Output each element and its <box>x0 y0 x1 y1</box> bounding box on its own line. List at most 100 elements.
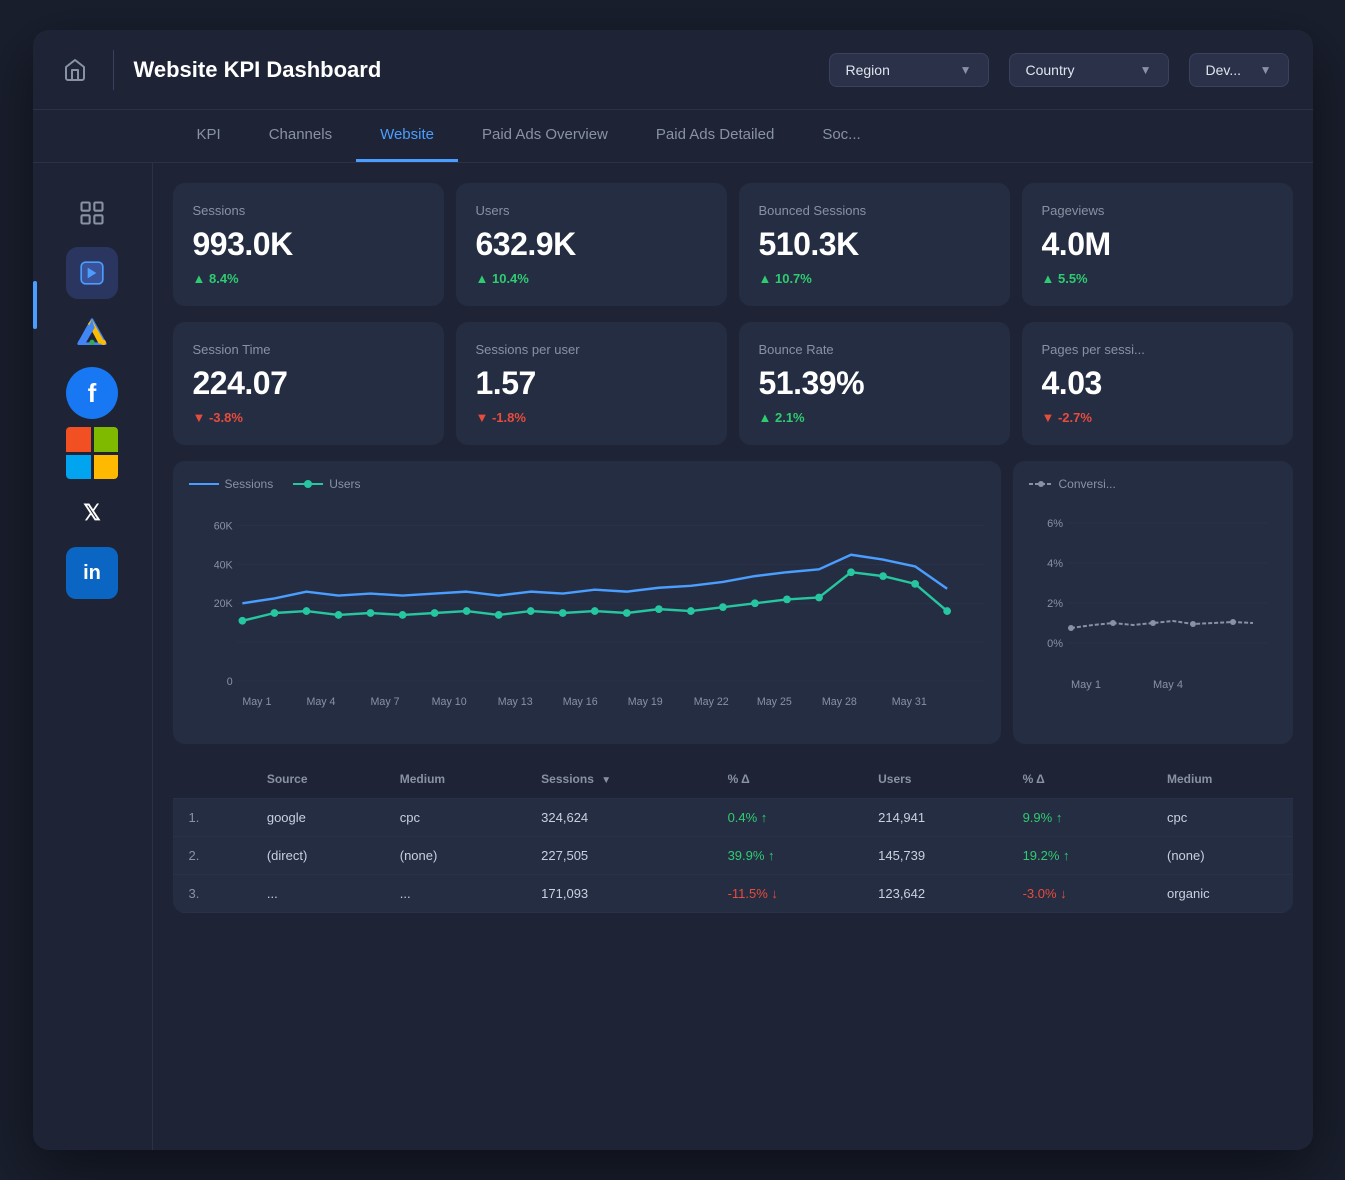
svg-text:0%: 0% <box>1047 638 1063 650</box>
kpi-card-sessions-per-user: Sessions per user 1.57 ▼ -1.8% <box>456 322 727 445</box>
kpi-label-pages-per-session: Pages per sessi... <box>1042 342 1273 357</box>
content-area: Sessions 993.0K ▲ 8.4% Users 632.9K ▲ 10… <box>153 163 1313 1150</box>
kpi-change-sessions-per-user: ▼ -1.8% <box>476 410 707 425</box>
kpi-label-sessions: Sessions <box>193 203 424 218</box>
svg-text:May 1: May 1 <box>1071 679 1101 691</box>
main-layout: f 𝕏 in Sessions 993.0K ▲ 8.4% Users <box>33 163 1313 1150</box>
chart-legend: Sessions Users <box>189 477 985 491</box>
svg-text:May 1: May 1 <box>242 696 271 708</box>
svg-text:May 4: May 4 <box>1153 679 1183 691</box>
kpi-card-users: Users 632.9K ▲ 10.4% <box>456 183 727 306</box>
svg-text:May 7: May 7 <box>370 696 399 708</box>
kpi-change-bounce-rate: ▲ 2.1% <box>759 410 990 425</box>
kpi-card-bounced-sessions: Bounced Sessions 510.3K ▲ 10.7% <box>739 183 1010 306</box>
sidebar: f 𝕏 in <box>33 163 153 1150</box>
main-chart-card: Sessions Users <box>173 461 1001 744</box>
svg-text:May 10: May 10 <box>431 696 466 708</box>
country-dropdown[interactable]: Country ▼ <box>1009 53 1169 87</box>
tab-social[interactable]: Soc... <box>798 110 884 162</box>
sidebar-item-facebook[interactable]: f <box>66 367 118 419</box>
tab-kpi[interactable]: KPI <box>173 110 245 162</box>
kpi-change-users: ▲ 10.4% <box>476 271 707 286</box>
chevron-down-icon: ▼ <box>1140 63 1152 77</box>
table-row: 3. ... ... 171,093 -11.5% ↓ 123,642 -3.0… <box>173 875 1293 913</box>
kpi-change-bounced-sessions: ▲ 10.7% <box>759 271 990 286</box>
tab-paid-ads-overview[interactable]: Paid Ads Overview <box>458 110 632 162</box>
sidebar-item-dashboard[interactable] <box>66 187 118 239</box>
kpi-change-session-time: ▼ -3.8% <box>193 410 424 425</box>
data-table: Source Medium Sessions ▼ % Δ Users % Δ M… <box>173 760 1293 913</box>
kpi-label-session-time: Session Time <box>193 342 424 357</box>
kpi-value-pageviews: 4.0M <box>1042 226 1273 263</box>
kpi-value-users: 632.9K <box>476 226 707 263</box>
svg-text:0: 0 <box>226 676 232 688</box>
kpi-value-bounce-rate: 51.39% <box>759 365 990 402</box>
tab-website[interactable]: Website <box>356 110 458 162</box>
col-users[interactable]: Users <box>862 760 1006 799</box>
col-sessions[interactable]: Sessions ▼ <box>525 760 711 799</box>
kpi-grid-row2: Session Time 224.07 ▼ -3.8% Sessions per… <box>173 322 1293 445</box>
sidebar-item-linkedin[interactable]: in <box>66 547 118 599</box>
kpi-label-users: Users <box>476 203 707 218</box>
svg-text:40K: 40K <box>213 559 232 571</box>
kpi-change-pageviews: ▲ 5.5% <box>1042 271 1273 286</box>
legend-sessions: Sessions <box>189 477 274 491</box>
col-medium2[interactable]: Medium <box>1151 760 1293 799</box>
sidebar-item-microsoft[interactable] <box>66 427 118 479</box>
legend-conversion: Conversi... <box>1029 477 1116 491</box>
svg-text:60K: 60K <box>213 521 232 533</box>
col-users-pct[interactable]: % Δ <box>1007 760 1151 799</box>
svg-text:4%: 4% <box>1047 558 1063 570</box>
kpi-change-pages-per-session: ▼ -2.7% <box>1042 410 1273 425</box>
kpi-card-pages-per-session: Pages per sessi... 4.03 ▼ -2.7% <box>1022 322 1293 445</box>
chevron-down-icon: ▼ <box>1260 63 1272 77</box>
kpi-label-pageviews: Pageviews <box>1042 203 1273 218</box>
svg-text:2%: 2% <box>1047 598 1063 610</box>
data-table-card: Source Medium Sessions ▼ % Δ Users % Δ M… <box>173 760 1293 913</box>
kpi-card-bounce-rate: Bounce Rate 51.39% ▲ 2.1% <box>739 322 1010 445</box>
kpi-card-pageviews: Pageviews 4.0M ▲ 5.5% <box>1022 183 1293 306</box>
charts-row: Sessions Users <box>173 461 1293 744</box>
header-divider <box>113 50 114 90</box>
tab-paid-ads-detailed[interactable]: Paid Ads Detailed <box>632 110 798 162</box>
svg-text:6%: 6% <box>1047 518 1063 530</box>
sessions-users-chart: 60K 40K 20K 0 May 1 May 4 May 7 May 10 M… <box>189 503 985 723</box>
page-title: Website KPI Dashboard <box>134 57 382 83</box>
kpi-value-sessions-per-user: 1.57 <box>476 365 707 402</box>
device-dropdown[interactable]: Dev... ▼ <box>1189 53 1289 87</box>
svg-text:May 31: May 31 <box>891 696 926 708</box>
header: Website KPI Dashboard Region ▼ Country ▼… <box>33 30 1313 110</box>
table-row: 2. (direct) (none) 227,505 39.9% ↑ 145,7… <box>173 837 1293 875</box>
conversion-chart: 6% 4% 2% 0% May 1 May 4 <box>1029 503 1277 703</box>
kpi-card-sessions: Sessions 993.0K ▲ 8.4% <box>173 183 444 306</box>
sidebar-item-cursor[interactable] <box>66 247 118 299</box>
kpi-change-sessions: ▲ 8.4% <box>193 271 424 286</box>
sidebar-item-twitter-x[interactable]: 𝕏 <box>66 487 118 539</box>
svg-text:May 16: May 16 <box>562 696 597 708</box>
kpi-label-bounce-rate: Bounce Rate <box>759 342 990 357</box>
svg-text:20K: 20K <box>213 598 232 610</box>
mini-chart-card: Conversi... 6% 4% 2% 0% May 1 May 4 <box>1013 461 1293 744</box>
kpi-card-session-time: Session Time 224.07 ▼ -3.8% <box>173 322 444 445</box>
kpi-value-sessions: 993.0K <box>193 226 424 263</box>
svg-text:May 28: May 28 <box>821 696 856 708</box>
col-source[interactable]: Source <box>251 760 384 799</box>
sidebar-item-google-ads[interactable] <box>66 307 118 359</box>
col-sessions-pct[interactable]: % Δ <box>712 760 863 799</box>
kpi-value-session-time: 224.07 <box>193 365 424 402</box>
kpi-grid-row1: Sessions 993.0K ▲ 8.4% Users 632.9K ▲ 10… <box>173 183 1293 306</box>
svg-text:May 13: May 13 <box>497 696 532 708</box>
col-num <box>173 760 251 799</box>
active-sidebar-indicator <box>33 281 37 329</box>
svg-text:May 4: May 4 <box>306 696 335 708</box>
legend-users: Users <box>293 477 360 491</box>
tab-channels[interactable]: Channels <box>245 110 356 162</box>
kpi-value-bounced-sessions: 510.3K <box>759 226 990 263</box>
svg-text:May 25: May 25 <box>756 696 791 708</box>
home-icon[interactable] <box>57 52 93 88</box>
tabs-bar: KPI Channels Website Paid Ads Overview P… <box>33 110 1313 163</box>
region-dropdown[interactable]: Region ▼ <box>829 53 989 87</box>
svg-text:May 19: May 19 <box>627 696 662 708</box>
col-medium[interactable]: Medium <box>384 760 525 799</box>
table-row: 1. google cpc 324,624 0.4% ↑ 214,941 9.9… <box>173 799 1293 837</box>
